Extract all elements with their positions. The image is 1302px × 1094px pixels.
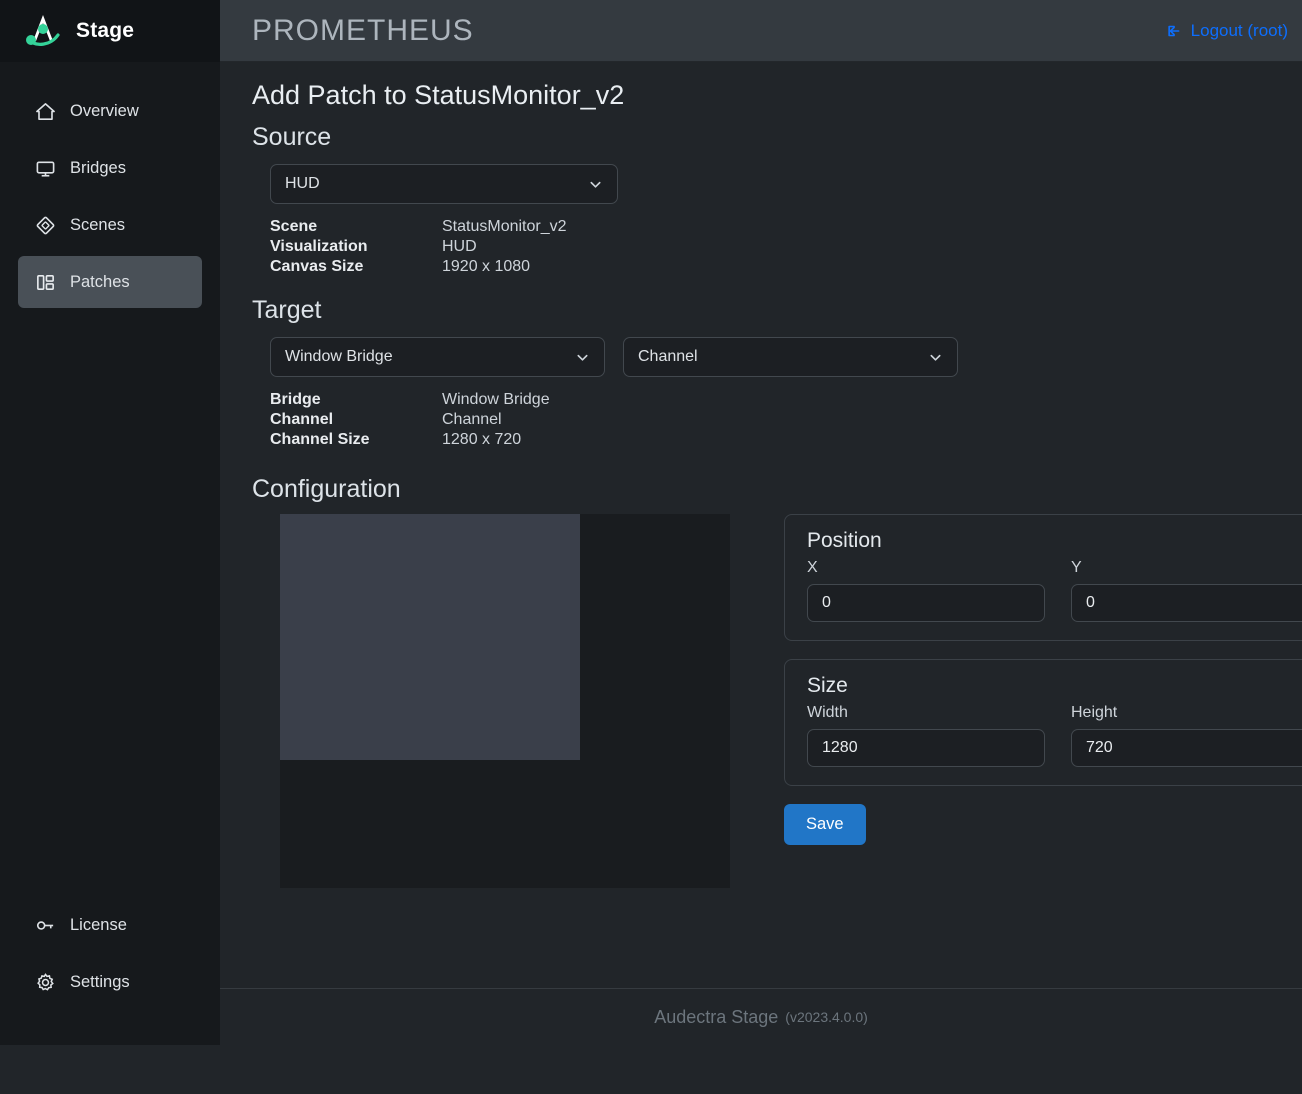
position-y-label: Y	[1071, 559, 1082, 576]
app-root: Stage Overview Bridges Scenes Patches Li…	[0, 0, 1302, 1094]
home-icon	[34, 100, 56, 122]
layout-panels-icon	[34, 271, 56, 293]
sidebar-item-label: Scenes	[70, 215, 126, 234]
info-key: Channel	[270, 411, 334, 428]
monitor-icon	[34, 157, 56, 179]
size-card-title: Size	[807, 674, 848, 697]
info-key: Bridge	[270, 391, 321, 408]
position-card: Position X Y	[784, 514, 1302, 641]
info-key: Scene	[270, 218, 318, 235]
brand-name: Stage	[76, 19, 135, 42]
size-width-label: Width	[807, 704, 848, 721]
chevron-down-icon	[574, 177, 603, 192]
size-width-input[interactable]	[807, 729, 1045, 767]
size-height-label: Height	[1071, 704, 1118, 721]
save-button[interactable]: Save	[784, 804, 866, 845]
sidebar-nav-top: Overview Bridges Scenes Patches	[0, 62, 220, 313]
position-y-input[interactable]	[1071, 584, 1302, 622]
size-card: Size Width Height	[784, 659, 1302, 786]
sidebar-item-label: Patches	[70, 272, 130, 291]
size-height-input[interactable]	[1071, 729, 1302, 767]
sidebar-item-label: Overview	[70, 101, 139, 120]
logout-link[interactable]: Logout (root)	[1166, 21, 1288, 41]
sidebar-item-bridges[interactable]: Bridges	[18, 142, 202, 194]
sidebar-item-label: License	[70, 915, 127, 934]
sidebar-item-label: Settings	[70, 972, 130, 991]
configuration-row: Position X Y Size	[280, 514, 1302, 888]
info-key: Canvas Size	[270, 258, 364, 275]
size-width-field: Width	[807, 704, 1045, 767]
sidebar: Stage Overview Bridges Scenes Patches Li…	[0, 0, 220, 1045]
patch-preview-rect[interactable]	[280, 514, 580, 760]
brand[interactable]: Stage	[0, 0, 220, 62]
info-value: HUD	[442, 238, 477, 255]
page-title: Add Patch to StatusMonitor_v2	[252, 80, 625, 110]
target-bridge-select[interactable]: Window Bridge	[270, 337, 605, 377]
main-content: Add Patch to StatusMonitor_v2 Source HUD…	[220, 62, 1302, 987]
footer-app-name: Audectra Stage	[654, 1006, 779, 1027]
info-value: Channel	[442, 411, 502, 428]
sidebar-nav-bottom: License Settings	[0, 894, 220, 1045]
info-value: 1280 x 720	[442, 431, 522, 448]
target-select-row: Window Bridge Channel	[270, 337, 1302, 377]
configuration-heading: Configuration	[252, 475, 401, 503]
sidebar-item-scenes[interactable]: Scenes	[18, 199, 202, 251]
position-x-input[interactable]	[807, 584, 1045, 622]
size-height-field: Height	[1071, 704, 1302, 767]
sidebar-item-overview[interactable]: Overview	[18, 85, 202, 137]
sidebar-item-label: Bridges	[70, 158, 126, 177]
diamond-icon	[34, 214, 56, 236]
logout-label: Logout (root)	[1190, 20, 1288, 40]
audectra-logo-icon	[22, 12, 64, 50]
info-key: Channel Size	[270, 431, 370, 448]
header-title: PROMETHEUS	[252, 13, 474, 47]
sign-out-icon	[1166, 22, 1184, 40]
source-info-table: Scene StatusMonitor_v2 Visualization HUD…	[270, 218, 1302, 276]
target-channel-select-value: Channel	[638, 348, 698, 365]
top-header: PROMETHEUS Logout (root)	[220, 0, 1302, 62]
source-select-row: HUD	[270, 164, 1302, 204]
info-value: StatusMonitor_v2	[442, 218, 567, 235]
sidebar-item-patches[interactable]: Patches	[18, 256, 202, 308]
source-visualization-select[interactable]: HUD	[270, 164, 618, 204]
configuration-fields: Position X Y Size	[784, 514, 1302, 888]
source-select-value: HUD	[285, 175, 320, 192]
gear-icon	[34, 971, 56, 993]
target-heading: Target	[252, 296, 322, 324]
target-bridge-select-value: Window Bridge	[285, 348, 393, 365]
info-value: 1920 x 1080	[442, 258, 531, 275]
sidebar-item-license[interactable]: License	[18, 899, 202, 951]
sidebar-item-settings[interactable]: Settings	[18, 956, 202, 1008]
info-value: Window Bridge	[442, 391, 550, 408]
target-info-table: Bridge Window Bridge Channel Channel Cha…	[270, 391, 1302, 449]
position-x-label: X	[807, 559, 818, 576]
source-heading: Source	[252, 123, 332, 151]
position-card-title: Position	[807, 529, 882, 552]
patch-preview-canvas[interactable]	[280, 514, 730, 888]
chevron-down-icon	[561, 350, 590, 365]
chevron-down-icon	[914, 350, 943, 365]
position-y-field: Y	[1071, 559, 1302, 622]
key-icon	[34, 914, 56, 936]
target-channel-select[interactable]: Channel	[623, 337, 958, 377]
info-key: Visualization	[270, 238, 368, 255]
footer-version: (v2023.4.0.0)	[785, 1009, 868, 1025]
position-x-field: X	[807, 559, 1045, 622]
footer: Audectra Stage (v2023.4.0.0)	[220, 988, 1302, 1045]
bottom-strip	[0, 1045, 1302, 1094]
